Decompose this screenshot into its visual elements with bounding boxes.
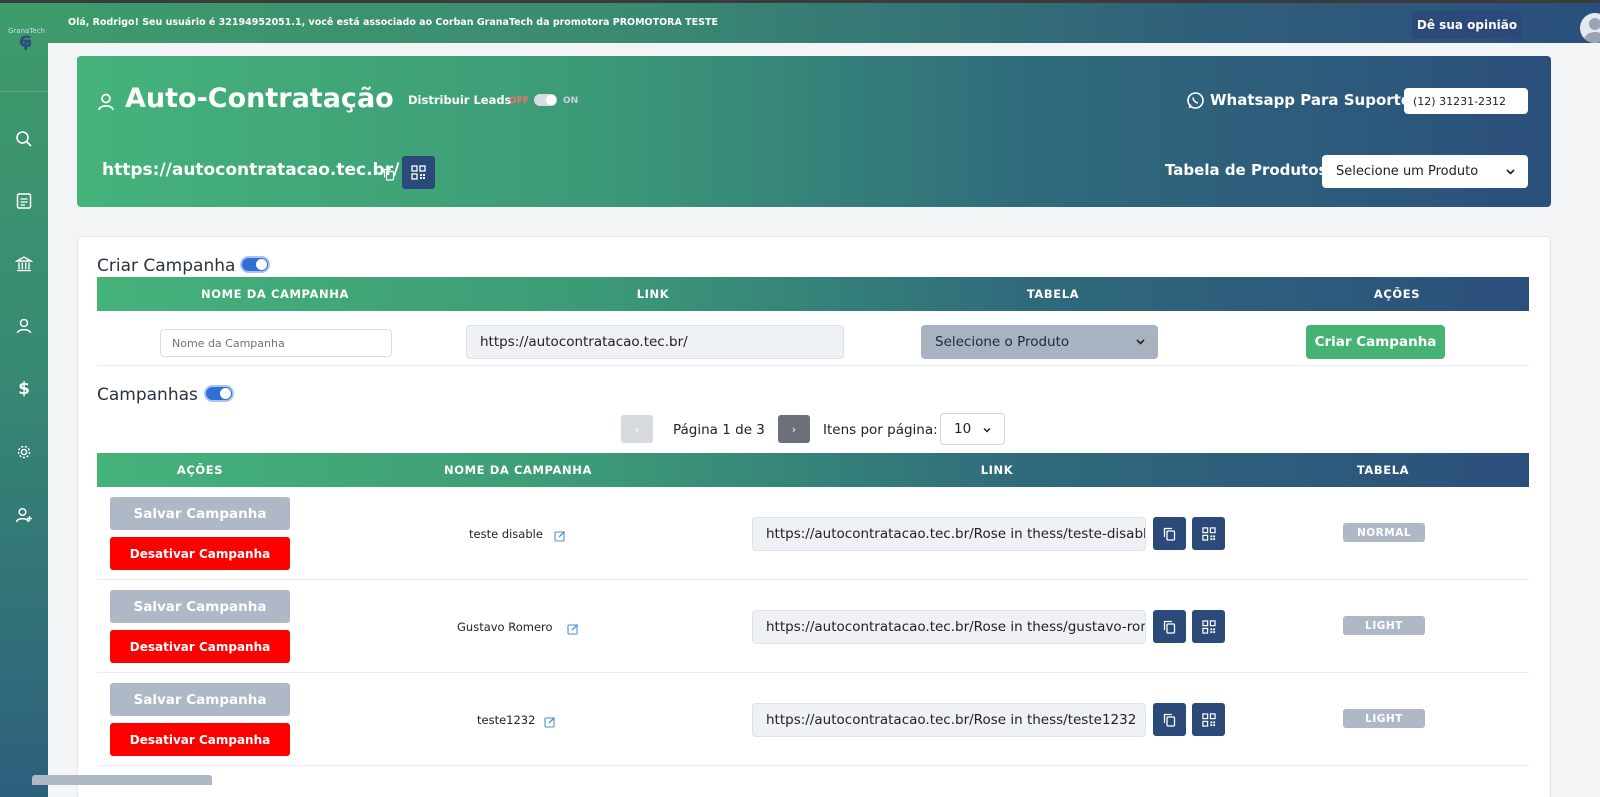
header-card: Auto-Contratação Distribuir Leads OFF ON… <box>77 56 1551 207</box>
gear-icon[interactable] <box>12 440 36 464</box>
edit-icon[interactable] <box>567 620 579 639</box>
column-header: AÇÕES <box>1373 287 1421 301</box>
status-badge: LIGHT <box>1343 616 1425 635</box>
avatar[interactable] <box>1580 13 1600 43</box>
deactivate-campaign-button[interactable]: Desativar Campanha <box>110 723 290 756</box>
qr-code-icon <box>1201 526 1216 541</box>
criar-campanha-title: Criar Campanha <box>97 256 236 276</box>
autocontratacao-url: https://autocontratacao.tec.br/ <box>102 160 400 180</box>
table-row: Salvar Campanha Desativar Campanha teste… <box>97 673 1529 766</box>
on-label: ON <box>563 96 579 106</box>
qr-code-button[interactable] <box>402 156 435 189</box>
column-header: NOME DA CAMPANHA <box>444 463 592 477</box>
copy-icon <box>1163 620 1176 634</box>
deactivate-campaign-button[interactable]: Desativar Campanha <box>110 630 290 663</box>
distribuir-leads-label: Distribuir Leads <box>408 93 512 107</box>
qr-code-button[interactable] <box>1192 703 1225 736</box>
campaign-link-field[interactable]: https://autocontratacao.tec.br/Rose in t… <box>752 610 1146 644</box>
items-per-page-select[interactable]: 10 <box>940 413 1005 445</box>
top-bar: Olá, Rodrigo! Seu usuário é 32194952051.… <box>0 3 1600 43</box>
criar-table-header: NOME DA CAMPANHA LINK TABELA AÇÕES <box>97 277 1529 311</box>
column-header: TABELA <box>1026 287 1080 301</box>
qr-code-icon <box>1201 712 1216 727</box>
whatsapp-icon <box>1186 91 1205 114</box>
chevron-down-icon <box>1506 169 1515 175</box>
qr-code-button[interactable] <box>1192 610 1225 643</box>
welcome-message: Olá, Rodrigo! Seu usuário é 32194952051.… <box>68 17 718 28</box>
produto-select[interactable]: Selecione o Produto <box>921 325 1158 359</box>
search-icon[interactable] <box>12 127 36 151</box>
campaign-name: Gustavo Romero <box>457 620 553 634</box>
copy-link-button[interactable] <box>1153 517 1186 550</box>
whatsapp-label: Whatsapp Para Suporte: <box>1210 91 1417 109</box>
column-header: NOME DA CAMPANHA <box>201 287 349 301</box>
save-campaign-button[interactable] <box>32 775 212 785</box>
column-header: AÇÕES <box>176 463 224 477</box>
campanhas-toggle[interactable] <box>204 385 234 402</box>
copy-icon <box>1163 713 1176 727</box>
campaigns-card: Criar Campanha NOME DA CAMPANHA LINK TAB… <box>77 236 1551 797</box>
edit-icon[interactable] <box>554 527 566 546</box>
campaign-name: teste1232 <box>477 713 536 727</box>
status-badge: LIGHT <box>1343 709 1425 728</box>
edit-icon[interactable] <box>544 713 556 732</box>
sidebar: GT GranaTech $ <box>0 3 48 797</box>
bank-icon[interactable] <box>12 252 36 276</box>
campaign-link-field[interactable]: https://autocontratacao.tec.br/Rose in t… <box>752 703 1146 737</box>
table-row: Salvar Campanha Desativar Campanha Gusta… <box>97 580 1529 673</box>
user-add-icon[interactable] <box>12 503 36 527</box>
column-header: LINK <box>980 463 1014 477</box>
page-title: Auto-Contratação <box>125 83 394 114</box>
status-badge: NORMAL <box>1343 523 1425 542</box>
qr-code-button[interactable] <box>1192 517 1225 550</box>
items-per-page-label: Itens por página: <box>823 422 938 438</box>
copy-icon <box>1163 527 1176 541</box>
deactivate-campaign-button[interactable]: Desativar Campanha <box>110 537 290 570</box>
campanhas-title: Campanhas <box>97 385 198 405</box>
column-header: LINK <box>636 287 670 301</box>
chevron-down-icon <box>983 427 991 433</box>
campaign-link-field[interactable]: https://autocontratacao.tec.br/ <box>466 325 844 359</box>
save-campaign-button[interactable]: Salvar Campanha <box>110 683 290 716</box>
off-label: OFF <box>509 96 529 106</box>
save-campaign-button[interactable]: Salvar Campanha <box>110 497 290 530</box>
tabela-produtos-label: Tabela de Produtos: <box>1165 161 1334 179</box>
dollar-icon[interactable]: $ <box>12 377 36 401</box>
copy-link-button[interactable] <box>1153 610 1186 643</box>
campaign-name-input[interactable]: Nome da Campanha <box>160 329 392 357</box>
column-header: TABELA <box>1356 463 1410 477</box>
distribuir-leads-toggle[interactable] <box>534 94 557 106</box>
criar-campanha-toggle[interactable] <box>240 256 270 273</box>
table-row: Salvar Campanha Desativar Campanha teste… <box>97 487 1529 580</box>
qr-code-icon <box>1201 619 1216 634</box>
qr-code-icon <box>411 165 426 180</box>
whatsapp-field[interactable]: (12) 31231-2312 <box>1404 88 1528 114</box>
previous-page-button[interactable]: ‹ <box>621 415 653 443</box>
campaign-name: teste disable <box>469 527 543 541</box>
logo[interactable]: GT GranaTech <box>8 27 45 67</box>
campaign-link-field[interactable]: https://autocontratacao.tec.br/Rose in t… <box>752 517 1146 551</box>
copy-icon[interactable] <box>383 166 395 185</box>
produto-select[interactable]: Selecione um Produto <box>1322 155 1528 188</box>
campanhas-table-header: AÇÕES NOME DA CAMPANHA LINK TABELA <box>97 453 1529 487</box>
feedback-button[interactable]: Dê sua opinião <box>1412 11 1522 39</box>
save-campaign-button[interactable]: Salvar Campanha <box>110 590 290 623</box>
next-page-button[interactable]: › <box>778 415 810 443</box>
page-indicator: Página 1 de 3 <box>673 422 765 438</box>
document-icon[interactable] <box>12 189 36 213</box>
chevron-down-icon <box>1136 339 1145 345</box>
copy-link-button[interactable] <box>1153 703 1186 736</box>
create-campaign-button[interactable]: Criar Campanha <box>1306 325 1445 359</box>
user-icon <box>97 92 117 116</box>
user-icon[interactable] <box>12 314 36 338</box>
